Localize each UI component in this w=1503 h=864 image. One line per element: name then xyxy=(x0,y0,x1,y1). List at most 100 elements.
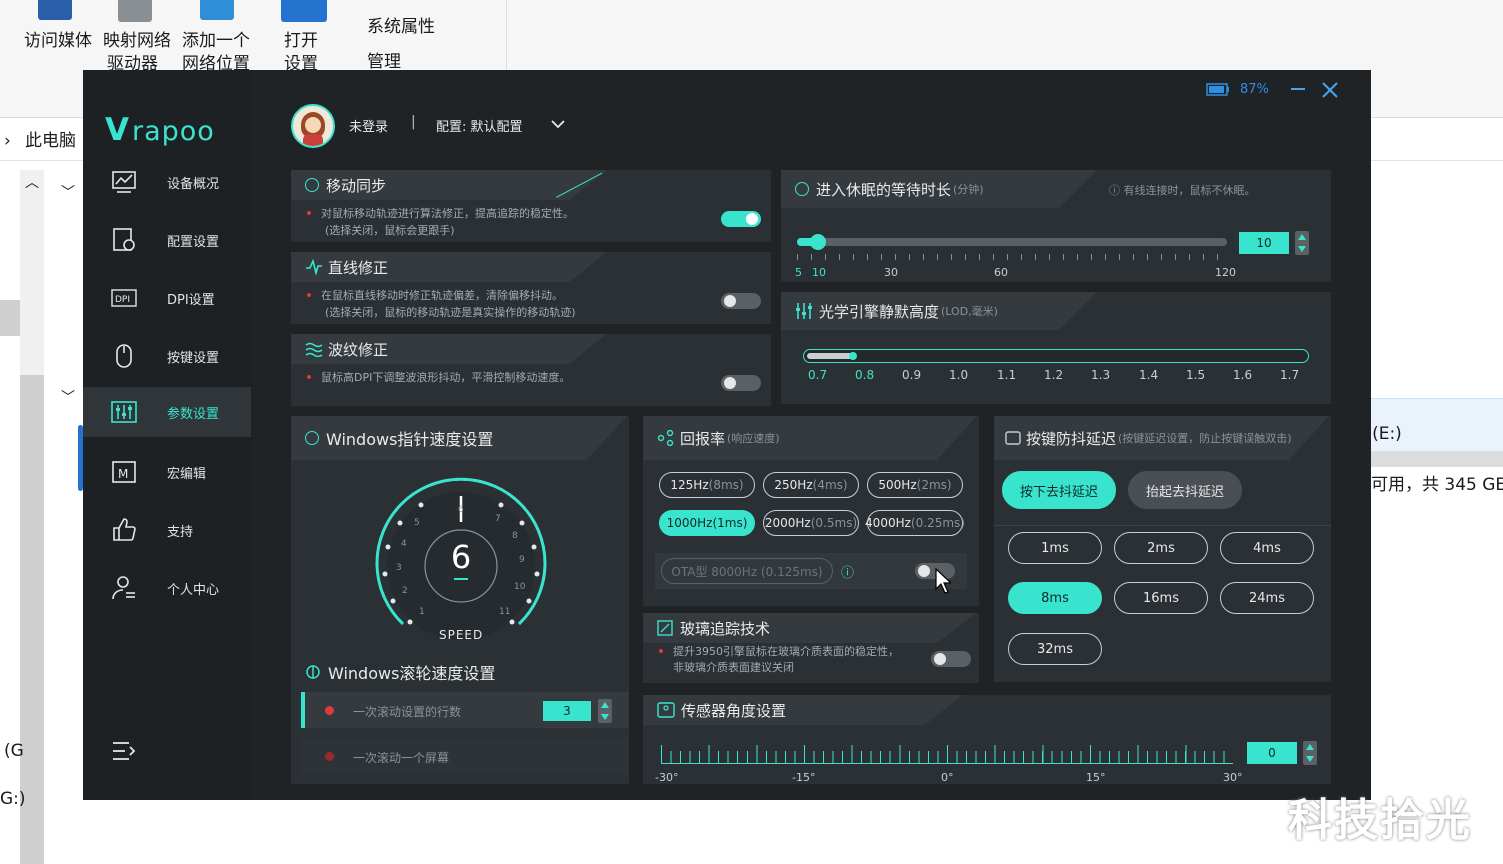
glass-tracking-desc: 提升3950引擎鼠标在玻璃介质表面的稳定性， 非玻璃介质表面建议关闭 xyxy=(659,644,899,676)
lod-tick: 1.3 xyxy=(1091,368,1111,382)
sleep-slider-track[interactable] xyxy=(797,238,1227,246)
address-chevron-icon[interactable]: › xyxy=(4,130,11,152)
chevron-down-icon[interactable] xyxy=(551,119,565,129)
debounce-32ms[interactable]: 32ms xyxy=(1008,633,1102,665)
debounce-1ms[interactable]: 1ms xyxy=(1008,532,1102,564)
close-icon[interactable] xyxy=(1322,82,1338,98)
config-selector[interactable]: 配置: 默认配置 xyxy=(436,116,523,135)
rate-125hz[interactable]: 125Hz (8ms) xyxy=(659,472,755,498)
speed-label: SPEED xyxy=(439,628,484,642)
rate-500hz[interactable]: 500Hz (2ms) xyxy=(867,472,963,498)
lod-tick: 1.5 xyxy=(1186,368,1206,382)
rate-4000hz[interactable]: 4000Hz (0.25ms) xyxy=(865,510,965,536)
collapse-icon-2[interactable]: ﹀ xyxy=(61,387,75,409)
rate-250hz[interactable]: 250Hz (4ms) xyxy=(763,472,859,498)
bullet-dot xyxy=(659,649,663,653)
debounce-2ms[interactable]: 2ms xyxy=(1114,532,1208,564)
nav-macro[interactable]: M 宏编辑 xyxy=(83,447,251,497)
bullet-dot xyxy=(307,211,311,215)
sleep-tick: 120 xyxy=(1215,266,1236,279)
ribbon-open-settings[interactable]: 打开 xyxy=(284,30,318,52)
network-drive-icon xyxy=(118,0,152,22)
scroll-screen-row[interactable] xyxy=(301,738,629,774)
angle-tick: 0° xyxy=(941,771,954,784)
collapse-icon-1[interactable]: ﹀ xyxy=(61,182,75,204)
left-label-2: G:) xyxy=(0,789,26,809)
angle-tick: -30° xyxy=(655,771,679,784)
radio-dot[interactable] xyxy=(325,752,334,761)
ribbon-system-properties[interactable]: 系统属性 xyxy=(367,16,435,38)
collapse-menu-icon[interactable] xyxy=(111,740,137,762)
rate-ota-8000hz[interactable]: OTA型 8000Hz (0.125ms) xyxy=(661,558,833,584)
main-panel: 87% 未登录 | 配置: 默认配置 移动同步 对鼠标移动轨迹进行算法修正，提高… xyxy=(251,70,1371,800)
network-location-icon xyxy=(200,0,234,20)
login-status[interactable]: 未登录 xyxy=(349,116,388,135)
user-icon xyxy=(112,576,135,600)
svg-text:10: 10 xyxy=(514,582,526,592)
debounce-title: 按键防抖延迟 (按键延迟设置，防止按键误触双击) xyxy=(994,416,1292,460)
angle-value-input[interactable]: 0 xyxy=(1247,742,1297,764)
nav-buttons[interactable]: 按键设置 xyxy=(83,331,251,381)
angle-tick: -15° xyxy=(792,771,816,784)
ribbon-add-location[interactable]: 添加一个 xyxy=(182,30,250,52)
left-label-1: (G xyxy=(4,741,24,761)
scroll-up-icon[interactable]: ︿ xyxy=(25,172,39,194)
lod-tick: 1.0 xyxy=(949,368,969,382)
svg-text:1: 1 xyxy=(419,607,425,617)
address-bar[interactable]: 此电脑 xyxy=(25,130,76,152)
nav-config[interactable]: 配置设置 xyxy=(83,215,251,265)
scroll-lines-stepper[interactable] xyxy=(598,699,612,723)
angle-snap-toggle[interactable] xyxy=(721,293,761,309)
debounce-16ms[interactable]: 16ms xyxy=(1114,582,1208,614)
polling-rate-title: 回报率 (响应速度) xyxy=(643,416,780,460)
debounce-8ms[interactable]: 8ms xyxy=(1008,582,1102,614)
sleep-tick: 60 xyxy=(994,266,1008,279)
rate-2000hz[interactable]: 2000Hz (0.5ms) xyxy=(763,510,859,536)
rate-1000hz[interactable]: 1000Hz (1ms) xyxy=(659,510,755,536)
ribbon-access-media[interactable]: 访问媒体 xyxy=(24,30,92,52)
pulse-icon xyxy=(306,259,322,275)
sleep-stepper[interactable] xyxy=(1295,231,1309,255)
minimize-button[interactable] xyxy=(1291,88,1305,90)
angle-ruler[interactable] xyxy=(661,745,1233,763)
press-debounce-tab[interactable]: 按下去抖延迟 xyxy=(1002,471,1116,509)
glass-tracking-toggle[interactable] xyxy=(931,651,971,667)
lod-tick: 0.7 xyxy=(808,368,828,382)
nav-dpi[interactable]: DPI DPI设置 xyxy=(83,273,251,323)
sleep-tick: 10 xyxy=(812,266,826,279)
angle-snap-desc: 在鼠标直线移动时修正轨迹偏差，清除偏移抖动。 (选择关闭，鼠标的移动轨迹是真实操作… xyxy=(307,287,576,321)
release-debounce-tab[interactable]: 抬起去抖延迟 xyxy=(1128,471,1242,509)
sleep-value-input[interactable]: 10 xyxy=(1239,232,1289,254)
lod-sliders-icon xyxy=(796,303,812,319)
lod-title: 光学引擎静默高度 (LOD,毫米) xyxy=(781,292,998,330)
share-icon xyxy=(657,430,674,446)
nav-parameters[interactable]: 参数设置 xyxy=(83,387,251,437)
svg-text:M: M xyxy=(118,467,128,481)
bullet-dot xyxy=(307,375,311,379)
info-icon[interactable]: ⓘ xyxy=(841,562,854,581)
nav-support[interactable]: 支持 xyxy=(83,505,251,555)
nav-profile[interactable]: 个人中心 xyxy=(83,563,251,613)
debounce-4ms[interactable]: 4ms xyxy=(1220,532,1314,564)
motion-sync-toggle[interactable] xyxy=(721,211,761,227)
debounce-24ms[interactable]: 24ms xyxy=(1220,582,1314,614)
ribbon-map-drive[interactable]: 映射网络 xyxy=(103,30,171,52)
angle-snap-title: 直线修正 xyxy=(291,252,388,282)
sleep-slider-thumb[interactable] xyxy=(810,234,826,250)
ripple-toggle[interactable] xyxy=(721,375,761,391)
sensor-angle-card: 传感器角度设置 -30° -15° 0° 15° 30° 0 xyxy=(643,695,1331,784)
avatar[interactable] xyxy=(291,104,335,148)
nav-label: 参数设置 xyxy=(167,407,220,422)
scroll-lines-input[interactable]: 3 xyxy=(543,701,591,721)
lod-slider-track[interactable] xyxy=(803,349,1309,363)
nav-device-overview[interactable]: 设备概况 xyxy=(83,157,251,207)
sleep-title: 进入休眠的等待时长 (分钟) xyxy=(781,170,984,208)
rapoo-app-window: Vrapoo 设备概况 配置设置 DPI DPI设置 按键设置 参数设置 M 宏… xyxy=(83,70,1371,800)
angle-stepper[interactable] xyxy=(1303,741,1317,765)
svg-text:5: 5 xyxy=(414,518,420,528)
lod-slider-thumb[interactable] xyxy=(849,352,857,360)
nav-label: 按键设置 xyxy=(167,351,220,366)
scroll-speed-icon xyxy=(306,665,320,679)
radio-dot[interactable] xyxy=(325,706,334,715)
angle-snap-card: 直线修正 在鼠标直线移动时修正轨迹偏差，清除偏移抖动。 (选择关闭，鼠标的移动轨迹… xyxy=(291,252,771,324)
